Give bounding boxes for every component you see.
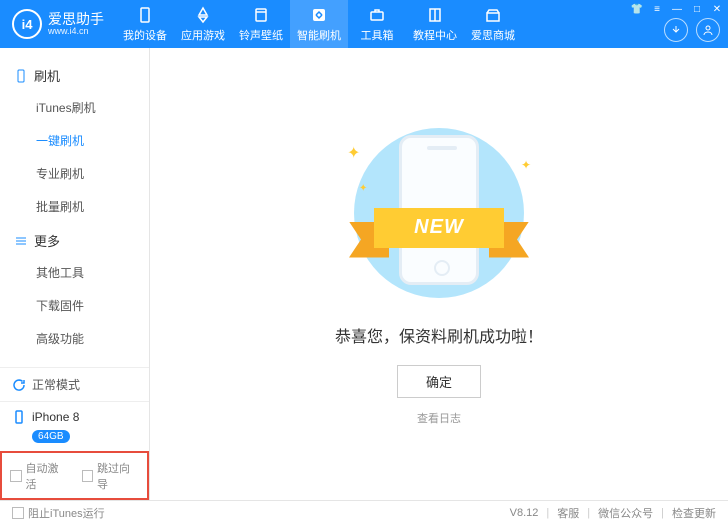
close-button[interactable]: ✕ — [710, 2, 724, 16]
check-label: 自动激活 — [26, 460, 68, 492]
separator: | — [546, 507, 549, 519]
sidebar-item-other[interactable]: 其他工具 — [0, 256, 149, 289]
footer: 阻止iTunes运行 V8.12 | 客服 | 微信公众号 | 检查更新 — [0, 500, 728, 524]
main-area: 刷机 iTunes刷机 一键刷机 专业刷机 批量刷机 更多 其他工具 下载固件 … — [0, 48, 728, 500]
status-box[interactable]: 正常模式 — [0, 367, 149, 401]
device-icon — [12, 410, 26, 424]
apps-icon — [194, 6, 212, 24]
window-controls: 👕 ≡ — □ ✕ — [630, 2, 724, 16]
nav-flash[interactable]: 智能刷机 — [290, 0, 348, 48]
shop-icon — [484, 6, 502, 24]
sidebar-group-flash: 刷机 — [0, 58, 149, 91]
app-header: i4 爱思助手 www.i4.cn 我的设备 应用游戏 铃声壁纸 智能刷机 工具… — [0, 0, 728, 48]
view-log-link[interactable]: 查看日志 — [417, 410, 461, 426]
menu-icon[interactable]: ≡ — [650, 2, 664, 16]
star-icon: ✦ — [347, 143, 360, 163]
app-name: 爱思助手 — [48, 12, 104, 26]
logo-icon: i4 — [12, 9, 42, 39]
flash-icon — [310, 6, 328, 24]
sidebar-item-advanced[interactable]: 高级功能 — [0, 322, 149, 355]
nav-tutorials[interactable]: 教程中心 — [406, 0, 464, 48]
sidebar-group-more: 更多 — [0, 223, 149, 256]
more-icon — [14, 234, 28, 248]
nav-toolbox[interactable]: 工具箱 — [348, 0, 406, 48]
minimize-button[interactable]: — — [670, 2, 684, 16]
sidebar-item-oneclick[interactable]: 一键刷机 — [0, 124, 149, 157]
check-label: 阻止iTunes运行 — [28, 505, 105, 521]
footer-link-support[interactable]: 客服 — [557, 505, 579, 521]
logo-area: i4 爱思助手 www.i4.cn — [0, 9, 116, 39]
checkbox-icon — [82, 470, 94, 482]
status-label: 正常模式 — [32, 376, 80, 393]
nav-label: 智能刷机 — [297, 27, 341, 43]
device-box[interactable]: iPhone 8 64GB — [0, 401, 149, 451]
nav-ringtones[interactable]: 铃声壁纸 — [232, 0, 290, 48]
toolbox-icon — [368, 6, 386, 24]
sidebar-item-firmware[interactable]: 下载固件 — [0, 289, 149, 322]
nav-apps[interactable]: 应用游戏 — [174, 0, 232, 48]
group-title: 更多 — [34, 231, 60, 250]
sidebar-item-batch[interactable]: 批量刷机 — [0, 190, 149, 223]
device-icon — [136, 6, 154, 24]
nav-label: 教程中心 — [413, 27, 457, 43]
account-buttons — [664, 18, 720, 42]
check-block-itunes[interactable]: 阻止iTunes运行 — [12, 505, 105, 521]
app-url: www.i4.cn — [48, 26, 104, 36]
sidebar: 刷机 iTunes刷机 一键刷机 专业刷机 批量刷机 更多 其他工具 下载固件 … — [0, 48, 150, 500]
separator: | — [587, 507, 590, 519]
nav-my-device[interactable]: 我的设备 — [116, 0, 174, 48]
success-message: 恭喜您，保资料刷机成功啦！ — [335, 323, 543, 347]
ok-button[interactable]: 确定 — [397, 365, 481, 398]
refresh-icon — [12, 378, 26, 392]
sidebar-item-itunes[interactable]: iTunes刷机 — [0, 91, 149, 124]
nav-label: 应用游戏 — [181, 27, 225, 43]
device-name: iPhone 8 — [32, 410, 79, 424]
nav-label: 爱思商城 — [471, 27, 515, 43]
checkbox-icon — [10, 470, 22, 482]
top-nav: 我的设备 应用游戏 铃声壁纸 智能刷机 工具箱 教程中心 爱思商城 — [116, 0, 522, 48]
download-button[interactable] — [664, 18, 688, 42]
book-icon — [426, 6, 444, 24]
phone-icon — [14, 69, 28, 83]
version-label: V8.12 — [510, 507, 539, 519]
shirt-icon[interactable]: 👕 — [630, 2, 644, 16]
footer-link-wechat[interactable]: 微信公众号 — [598, 505, 653, 521]
new-ribbon: NEW — [349, 208, 529, 252]
separator: | — [661, 507, 664, 519]
ribbon-text: NEW — [374, 208, 504, 248]
maximize-button[interactable]: □ — [690, 2, 704, 16]
device-capacity: 64GB — [32, 430, 70, 443]
nav-store[interactable]: 爱思商城 — [464, 0, 522, 48]
checkbox-icon — [12, 507, 24, 519]
star-icon: ✦ — [521, 158, 531, 172]
group-title: 刷机 — [34, 66, 60, 85]
nav-label: 我的设备 — [123, 27, 167, 43]
check-label: 跳过向导 — [97, 460, 139, 492]
check-auto-activate[interactable]: 自动激活 — [10, 460, 68, 492]
user-button[interactable] — [696, 18, 720, 42]
star-icon: ✦ — [359, 183, 367, 194]
music-icon — [252, 6, 270, 24]
content-pane: ✦ ✦ ✦ NEW 恭喜您，保资料刷机成功啦！ 确定 查看日志 — [150, 48, 728, 500]
footer-link-update[interactable]: 检查更新 — [672, 505, 716, 521]
success-illustration: ✦ ✦ ✦ NEW — [329, 123, 549, 303]
nav-label: 铃声壁纸 — [239, 27, 283, 43]
check-skip-guide[interactable]: 跳过向导 — [82, 460, 140, 492]
nav-label: 工具箱 — [361, 27, 394, 43]
sidebar-item-pro[interactable]: 专业刷机 — [0, 157, 149, 190]
bottom-checks: 自动激活 跳过向导 — [0, 451, 149, 500]
